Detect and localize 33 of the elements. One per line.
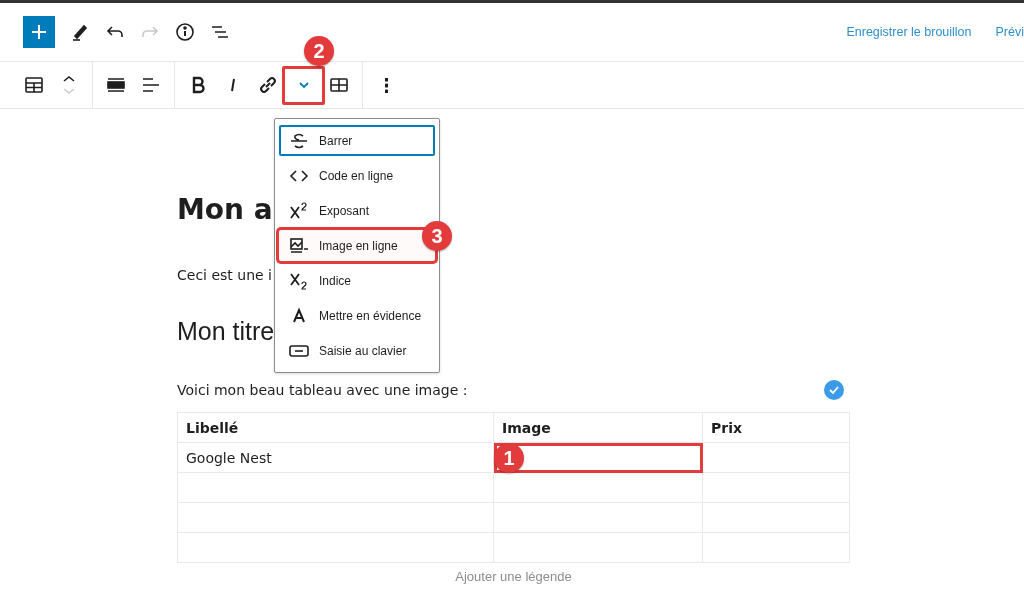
- heading: Mon titre: [177, 317, 275, 346]
- paragraph: Ceci est une i: [177, 267, 272, 283]
- check-icon: [824, 380, 844, 400]
- italic-icon: [231, 78, 235, 92]
- step-badge: 2: [304, 36, 334, 66]
- save-draft-link[interactable]: Enregistrer le brouillon: [846, 25, 972, 39]
- column-header: Prix: [702, 412, 850, 443]
- add-block-button[interactable]: [23, 16, 55, 48]
- more-options-icon: [384, 77, 388, 93]
- info-icon: [173, 20, 197, 44]
- menu-item[interactable]: Saisie au clavier: [279, 335, 435, 366]
- menu-item[interactable]: Indice: [279, 265, 435, 296]
- table-cell[interactable]: [702, 442, 850, 473]
- step-badge: 1: [494, 443, 524, 473]
- chevron-down-icon: [298, 82, 309, 88]
- plus-icon: [31, 24, 47, 40]
- preview-link[interactable]: Prévi: [995, 25, 1024, 39]
- info-button[interactable]: [173, 20, 197, 44]
- menu-item[interactable]: Mettre en évidence: [279, 300, 435, 331]
- column-header: Image: [493, 412, 703, 443]
- menu-item[interactable]: Barrer: [279, 125, 435, 156]
- table-cell[interactable]: [493, 472, 703, 503]
- column-header: Libellé: [177, 412, 494, 443]
- table-cell[interactable]: 1: [493, 442, 703, 473]
- step-badge: 3: [422, 221, 452, 251]
- menu-item[interactable]: Code en ligne: [279, 160, 435, 191]
- more-formats-button[interactable]: [282, 65, 325, 105]
- post-title: Mon a: [177, 193, 273, 228]
- table-cell[interactable]: [177, 472, 494, 503]
- paragraph: Voici mon beau tableau avec une image :: [177, 382, 468, 398]
- caption-placeholder[interactable]: Ajouter une légende: [177, 569, 850, 584]
- table-cell[interactable]: Google Nest: [177, 442, 494, 473]
- table-cell[interactable]: [702, 472, 850, 503]
